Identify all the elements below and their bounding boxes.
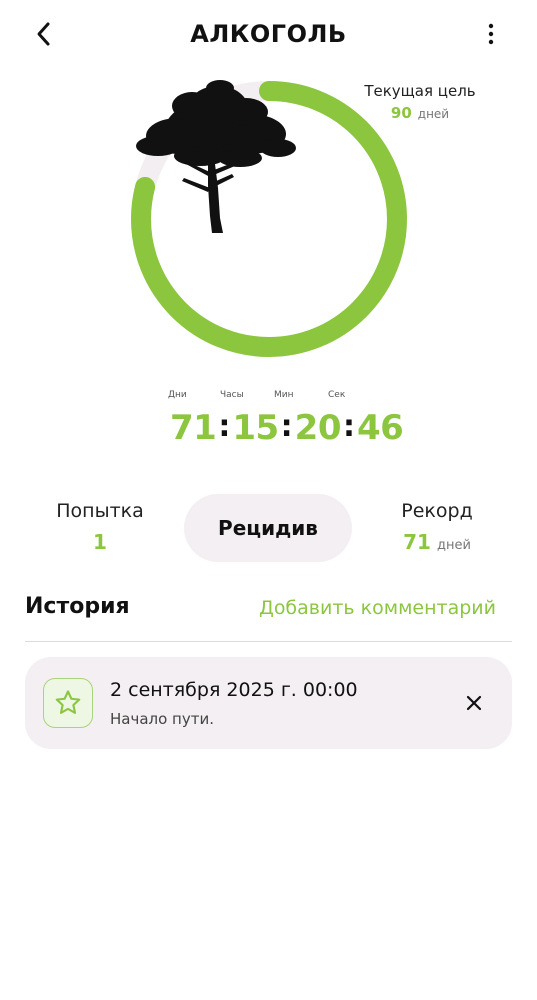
record-value: 71	[403, 530, 431, 554]
timer-separator: :	[280, 408, 293, 444]
history-title: История	[25, 594, 130, 619]
relapse-button[interactable]: Рецидив	[184, 494, 352, 562]
record-label: Рекорд	[401, 500, 473, 522]
top-bar: АЛКОГОЛЬ	[0, 0, 537, 70]
attempt-stat: Попытка 1	[40, 500, 160, 554]
history-item[interactable]: 2 сентября 2025 г. 00:00 Начало пути.	[25, 657, 512, 749]
attempt-label: Попытка	[56, 500, 144, 522]
timer-minutes-label: Мин	[274, 390, 294, 400]
timer-days: 71	[170, 408, 217, 448]
close-icon	[466, 695, 482, 711]
timer-seconds-label: Сек	[328, 390, 346, 400]
goal-label: Текущая цель	[364, 82, 476, 100]
record-stat: Рекорд 71 дней	[372, 500, 502, 554]
goal-value: 90	[390, 104, 412, 122]
tree-icon	[136, 80, 296, 233]
timer-separator: :	[218, 408, 231, 444]
history-item-date: 2 сентября 2025 г. 00:00	[110, 679, 358, 701]
history-header: История Добавить комментарий	[25, 594, 512, 626]
attempt-value: 1	[93, 530, 107, 554]
timer-days-label: Дни	[168, 390, 187, 400]
page-title: АЛКОГОЛЬ	[190, 20, 347, 48]
goal-unit: дней	[417, 107, 450, 121]
delete-history-item-button[interactable]	[460, 689, 488, 717]
history-item-note: Начало пути.	[110, 710, 214, 728]
add-comment-link[interactable]: Добавить комментарий	[259, 597, 496, 619]
more-vertical-icon	[488, 23, 494, 45]
timer-separator: :	[342, 408, 355, 444]
star-icon	[55, 690, 81, 714]
timer-seconds: 46	[356, 408, 404, 448]
timer-hours: 15	[232, 408, 279, 448]
history-item-icon-box	[43, 678, 93, 728]
record-unit: дней	[436, 538, 471, 553]
divider	[25, 641, 512, 642]
timer-minutes: 20	[294, 408, 342, 448]
timer-hours-label: Часы	[220, 390, 244, 400]
more-menu-button[interactable]	[481, 18, 501, 50]
current-goal: Текущая цель 90 дней	[350, 82, 490, 122]
stats-row: Попытка 1 Рецидив Рекорд 71 дней	[0, 494, 537, 564]
streak-timer: Дни Часы Мин Сек 71 : 15 : 20 : 46	[150, 390, 404, 448]
